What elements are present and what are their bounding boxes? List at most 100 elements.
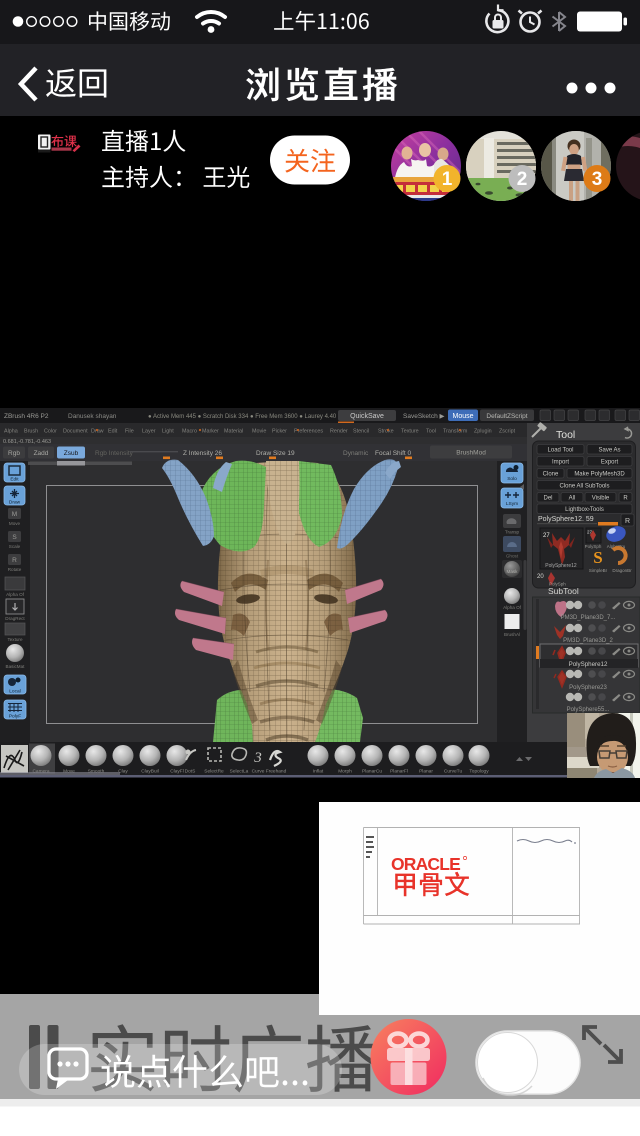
svg-text:Material: Material <box>224 429 243 435</box>
svg-text:Layer: Layer <box>142 429 156 435</box>
svg-text:3: 3 <box>592 169 603 190</box>
svg-text:DefaultZScript: DefaultZScript <box>486 413 527 420</box>
svg-text:DotS: DotS <box>185 769 196 775</box>
svg-text:Dynamic: Dynamic <box>343 450 369 457</box>
svg-text:1: 1 <box>442 169 453 190</box>
svg-text:PolySphere12: PolySphere12 <box>569 661 608 668</box>
svg-text:Del: Del <box>543 496 552 502</box>
svg-text:Rgb: Rgb <box>8 450 20 457</box>
svg-text:PolySphere12. 59: PolySphere12. 59 <box>538 516 594 523</box>
svg-text:Planar: Planar <box>419 769 433 775</box>
svg-text:Tool: Tool <box>426 429 436 435</box>
svg-text:PlanarCu: PlanarCu <box>362 769 382 775</box>
svg-text:2: 2 <box>517 169 528 190</box>
svg-text:Tool: Tool <box>556 429 575 441</box>
svg-text:Move: Move <box>9 521 21 526</box>
svg-text:PlanarFl: PlanarFl <box>390 769 408 775</box>
svg-text:Zadd: Zadd <box>34 450 49 457</box>
svg-text:Z Intensity 26: Z Intensity 26 <box>183 450 222 457</box>
svg-text:Mouse: Mouse <box>452 413 473 420</box>
svg-text:PM3D_Plane3D_2: PM3D_Plane3D_2 <box>563 638 613 644</box>
svg-text:BasicMat: BasicMat <box>6 664 26 669</box>
svg-text:ORACLE: ORACLE <box>391 854 462 874</box>
svg-text:Rgb Intensity: Rgb Intensity <box>95 450 134 457</box>
svg-text:Alpha Of: Alpha Of <box>6 592 25 597</box>
svg-text:Zplugin: Zplugin <box>474 429 492 435</box>
svg-text:Render: Render <box>330 429 348 435</box>
svg-text:Scale: Scale <box>9 544 21 549</box>
svg-text:27: 27 <box>587 530 593 535</box>
svg-text:Picker: Picker <box>272 429 287 435</box>
svg-text:Save As: Save As <box>598 448 620 454</box>
svg-text:Clone: Clone <box>543 472 559 478</box>
svg-text:SaveSketch ▶: SaveSketch ▶ <box>403 413 445 420</box>
svg-text:Stencil: Stencil <box>353 429 369 435</box>
svg-text:PolySphere23: PolySphere23 <box>569 685 607 691</box>
svg-text:CurveTu: CurveTu <box>444 769 463 775</box>
svg-text:Ghost: Ghost <box>506 554 519 559</box>
svg-text:Transp: Transp <box>505 530 520 535</box>
svg-text:S: S <box>12 534 17 541</box>
svg-text:Zsub: Zsub <box>64 450 79 457</box>
svg-text:Curve: Curve <box>252 769 265 775</box>
svg-text:● Active Mem 445 ● Scratch Dis: ● Active Mem 445 ● Scratch Disk 334 ● Fr… <box>148 414 337 420</box>
svg-text:R: R <box>623 496 628 502</box>
svg-text:BrushAl: BrushAl <box>504 632 520 637</box>
svg-text:Local: Local <box>9 689 20 695</box>
svg-text:Texture: Texture <box>401 429 419 435</box>
svg-text:All: All <box>569 496 576 502</box>
svg-text:QuickSave: QuickSave <box>350 413 384 420</box>
svg-text:SubTool: SubTool <box>548 586 579 596</box>
svg-text:Mask: Mask <box>507 569 519 574</box>
svg-text:ClayBuil: ClayBuil <box>141 769 159 775</box>
svg-text:ZBrush 4R6 P2: ZBrush 4R6 P2 <box>4 413 49 420</box>
svg-text:Visible: Visible <box>592 496 610 502</box>
svg-text:27: 27 <box>543 533 550 539</box>
svg-text:M: M <box>12 511 17 518</box>
svg-text:20: 20 <box>537 574 544 580</box>
svg-text:Zscript: Zscript <box>499 429 516 435</box>
svg-text:Movie: Movie <box>252 429 266 435</box>
svg-text:DragRect: DragRect <box>5 616 25 621</box>
svg-text:Freehand: Freehand <box>266 769 287 775</box>
svg-text:DragonBr: DragonBr <box>612 568 632 573</box>
svg-text:Import: Import <box>552 460 569 466</box>
svg-text:Macro: Macro <box>182 429 197 435</box>
svg-text:Rotate: Rotate <box>8 567 22 572</box>
svg-text:Edit: Edit <box>10 477 19 483</box>
svg-text:Stroke: Stroke <box>378 429 394 435</box>
svg-text:Brush: Brush <box>24 429 38 435</box>
svg-text:Topology: Topology <box>469 769 489 775</box>
svg-text:Texture: Texture <box>7 637 23 642</box>
svg-text:3: 3 <box>253 750 262 766</box>
svg-text:PolySphere55...: PolySphere55... <box>567 707 610 713</box>
svg-text:S: S <box>593 548 602 567</box>
svg-text:Make PolyMesh3D: Make PolyMesh3D <box>574 472 625 478</box>
svg-text:Load Tool: Load Tool <box>548 448 574 454</box>
svg-text:Morph: Morph <box>338 769 352 775</box>
svg-text:ClayFl: ClayFl <box>170 769 184 775</box>
svg-text:Draw: Draw <box>9 500 21 506</box>
svg-text:Export: Export <box>601 460 619 466</box>
svg-text:SelectRe: SelectRe <box>204 769 224 775</box>
svg-text:SimpleBr: SimpleBr <box>589 568 608 573</box>
svg-text:Alpha Of: Alpha Of <box>503 605 522 610</box>
svg-text:R: R <box>12 557 17 564</box>
svg-text:Focal Shift 0: Focal Shift 0 <box>375 450 412 457</box>
svg-text:File: File <box>125 429 134 435</box>
svg-text:Alpha: Alpha <box>4 429 18 435</box>
svg-text:Danusek shayan: Danusek shayan <box>68 413 117 420</box>
svg-text:Document: Document <box>63 429 88 435</box>
svg-text:LSym: LSym <box>506 501 518 507</box>
svg-text:Light: Light <box>162 429 174 435</box>
svg-text:Color: Color <box>44 429 57 435</box>
svg-text:Draw Size 19: Draw Size 19 <box>256 450 295 457</box>
svg-text:PM3D_Plane3D_7...: PM3D_Plane3D_7... <box>561 615 616 621</box>
svg-text:Solo: Solo <box>507 476 517 482</box>
svg-text:BrushMod: BrushMod <box>456 450 486 457</box>
svg-text:R: R <box>625 518 630 525</box>
svg-text:Inflat: Inflat <box>313 769 324 775</box>
svg-text:Edit: Edit <box>108 429 118 435</box>
svg-text:Lightbox›Tools: Lightbox›Tools <box>565 507 604 513</box>
svg-text:PolySphere12: PolySphere12 <box>545 563 577 569</box>
